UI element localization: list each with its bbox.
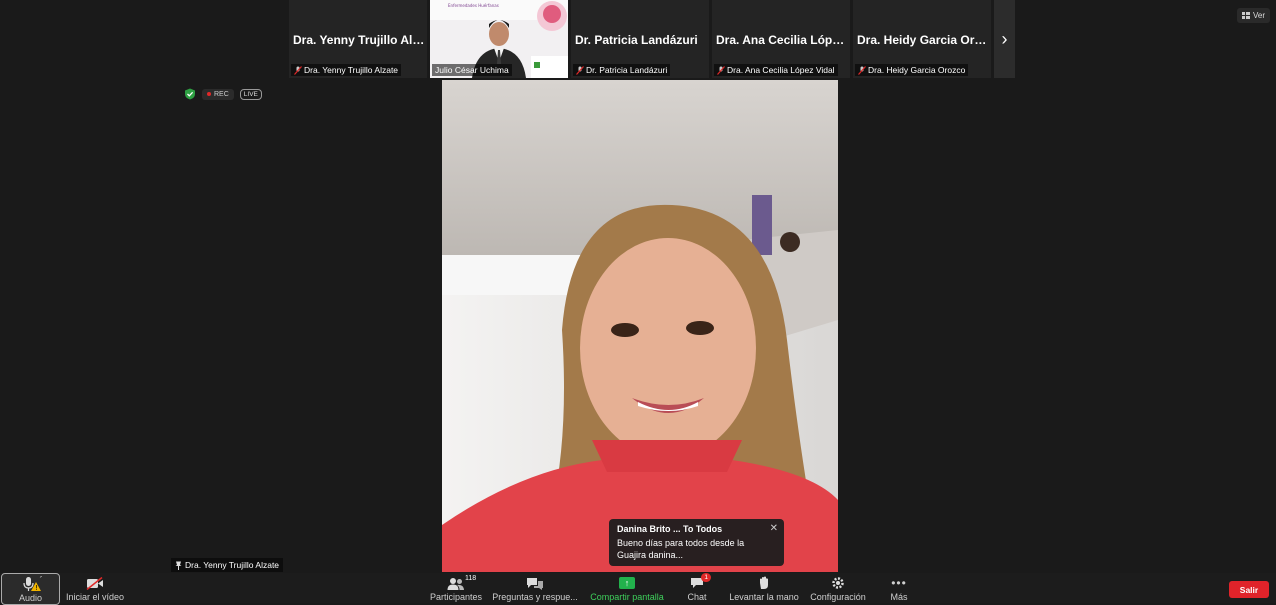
video-off-icon: [86, 576, 103, 590]
participants-icon: [447, 577, 464, 590]
svg-text:^: ^: [39, 576, 42, 583]
participant-strip: Dra. Yenny Trujillo Alz... Dra. Yenny Tr…: [289, 0, 1015, 78]
settings-button[interactable]: Configuración: [810, 573, 866, 603]
svg-text:Enfermedades Huérfanas: Enfermedades Huérfanas: [448, 3, 499, 8]
meeting-status: REC LIVE: [184, 88, 262, 100]
svg-text:!: !: [35, 584, 38, 592]
shield-icon[interactable]: [184, 88, 196, 100]
meeting-toolbar: ! ^ Audio Iniciar el vídeo 118 Participan…: [0, 573, 1276, 605]
more-dots-icon: •••: [891, 576, 907, 590]
chat-sender: Danina Brito ... To Todos: [617, 524, 723, 534]
leave-button[interactable]: Salir: [1229, 581, 1269, 598]
chat-unread-badge: 1: [701, 573, 711, 582]
close-icon[interactable]: ✕: [770, 523, 778, 534]
active-speaker-label: Dra. Yenny Trujillo Alzate: [171, 558, 284, 572]
participant-tile[interactable]: Dra. Ana Cecilia López ... Dra. Ana Ceci…: [712, 0, 850, 78]
active-speaker-video: [442, 80, 838, 572]
grid-icon: [1241, 12, 1250, 19]
participant-name-label: Dra. Heidy Garcia Orozco: [855, 64, 969, 76]
participant-display-name: Dr. Patricia Landázuri: [575, 33, 698, 47]
pin-icon: [175, 561, 182, 570]
mic-muted-icon: [717, 65, 725, 75]
participant-video-tile[interactable]: Enfermedades Huérfanas Julio César Uchim…: [430, 0, 568, 78]
chevron-right-icon: ›: [1001, 28, 1008, 49]
share-screen-button[interactable]: ↑ Compartir pantalla: [590, 573, 664, 603]
view-button[interactable]: Ver: [1236, 8, 1270, 23]
participant-display-name: Dra. Yenny Trujillo Alz...: [293, 33, 425, 47]
mic-muted-icon: [294, 65, 302, 75]
raise-hand-button[interactable]: Levantar la mano: [729, 573, 799, 603]
share-screen-icon: ↑: [619, 577, 635, 589]
qa-icon: [527, 577, 543, 590]
mic-muted-icon: [858, 65, 866, 75]
next-page-button[interactable]: ›: [994, 0, 1015, 78]
live-badge[interactable]: LIVE: [239, 88, 262, 100]
participant-tile[interactable]: Dr. Patricia Landázuri Dr. Patricia Land…: [571, 0, 709, 78]
audio-button[interactable]: ! ^ Audio: [1, 573, 60, 605]
record-dot-icon: [207, 92, 211, 96]
participant-display-name: Dra. Heidy Garcia Oroz...: [857, 33, 989, 47]
participants-count: 118: [465, 575, 477, 582]
participant-name-label: Julio César Uchima: [432, 64, 512, 76]
participant-name-label: Dra. Ana Cecilia López Vidal: [714, 64, 838, 76]
start-video-button[interactable]: Iniciar el vídeo: [64, 573, 126, 603]
participant-tile[interactable]: Dra. Heidy Garcia Oroz... Dra. Heidy Gar…: [853, 0, 991, 78]
speaker-video-feed: [442, 80, 838, 572]
participant-display-name: Dra. Ana Cecilia López ...: [716, 33, 848, 47]
mic-warning-icon: !^: [22, 576, 42, 592]
qa-button[interactable]: Preguntas y respue...: [492, 573, 578, 603]
participant-tile[interactable]: Dra. Yenny Trujillo Alz... Dra. Yenny Tr…: [289, 0, 427, 78]
participants-button[interactable]: 118 Participantes: [428, 573, 484, 603]
mic-muted-icon: [576, 65, 584, 75]
participant-name-label: Dr. Patricia Landázuri: [573, 64, 671, 76]
chat-message: Bueno días para todos desde la Guajira d…: [617, 538, 745, 560]
recording-indicator[interactable]: REC: [202, 88, 234, 100]
chat-button[interactable]: 1 Chat: [682, 573, 712, 603]
more-button[interactable]: ••• Más: [886, 573, 912, 603]
gear-icon: [832, 577, 844, 589]
raise-hand-icon: [760, 576, 768, 589]
chat-notification[interactable]: Danina Brito ... To Todos Bueno días par…: [609, 519, 784, 566]
participant-name-label: Dra. Yenny Trujillo Alzate: [291, 64, 402, 76]
